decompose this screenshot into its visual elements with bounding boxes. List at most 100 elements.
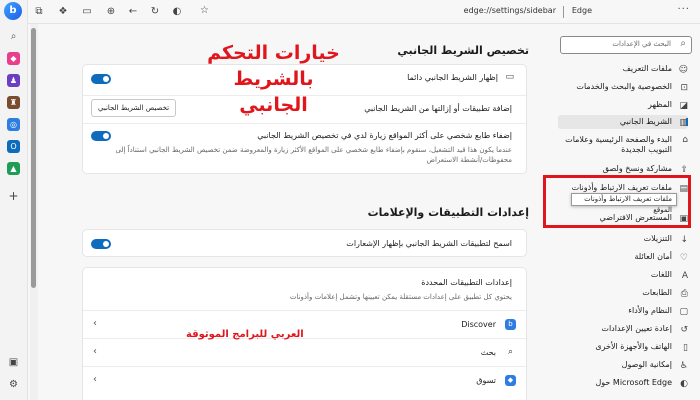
nav-label: أمان العائلة [634,252,672,261]
notifications-toggle[interactable] [91,239,111,249]
overlay-apps-note: العربي للبرامج الموثوقة [186,329,304,340]
printer-icon: ⎙ [680,289,688,299]
tab-icon[interactable]: ▭ [80,5,94,19]
app-label: Discover [461,320,496,329]
workspaces-icon[interactable]: ❖ [56,5,70,19]
collections-icon[interactable]: ⊕ [104,5,118,19]
chevron-left-icon: ‹ [93,318,97,329]
home-icon: ⌂ [682,135,688,145]
family-icon: ♡ [679,253,688,263]
more-menu-icon[interactable]: ··· [677,4,690,15]
personalize-label: إضفاء طابع شخصي على أكثر المواقع زيارة ل… [257,131,512,140]
address-url: edge://settings/sidebar [463,6,556,15]
search-icon[interactable]: ⌕ [7,30,20,43]
discover-icon: b [505,319,516,330]
back-icon[interactable]: ← [126,5,140,19]
nav-item-languages[interactable]: اللغات A [558,268,688,282]
add-remove-label: إضافة تطبيقات أو إزالتها من الشريط الجان… [364,104,512,113]
specific-apps-title: إعدادات التطبيقات المحددة [421,278,512,287]
chevron-left-icon: ‹ [93,346,97,357]
address-edge-label: Edge [571,6,592,15]
download-icon: ↓ [680,235,688,245]
always-show-toggle[interactable] [91,74,111,84]
overlay-title-line1: خيارات التحكم [207,42,340,64]
nav-label: الطابعات [642,288,672,297]
specific-apps-card: إعدادات التطبيقات المحددة يحتوي كل تطبيق… [82,267,528,400]
nav-item-accessibility[interactable]: إمكانية الوصول ♿ [558,358,688,372]
nav-item-appearance[interactable]: المظهر ◪ [558,98,688,112]
accessibility-icon: ♿ [679,361,688,371]
nav-label: الهاتف والأجهزة الأخرى [595,342,672,351]
personalize-description: عندما يكون هذا قيد التشغيل، سنقوم بإضفاء… [115,146,513,164]
sidebar-settings-icon[interactable]: ⚙ [7,378,20,391]
add-app-icon[interactable]: + [7,190,20,203]
nav-label: الشريط الجانبي [619,117,672,126]
favorite-star-icon[interactable]: ☆ [200,5,209,16]
lock-icon: ⊡ [680,83,688,93]
phone-icon: ▯ [683,343,688,353]
divider [83,366,528,367]
nav-item-privacy[interactable]: الخصوصية والبحث والخدمات ⊡ [558,80,688,94]
reset-icon: ↺ [680,325,688,335]
nav-label: النظام والأداء [628,306,672,315]
nav-label: حول Microsoft Edge [595,378,672,387]
edge-tab-icon[interactable]: ◐ [170,5,184,19]
edge-sidebar: b ⌕ ◆ ♟ ♜ ◎ O ▲ + ▣ ⚙ [0,0,28,400]
always-show-label: إظهار الشريط الجانبي دائما [407,73,498,82]
address-separator [563,6,564,18]
nav-label: ملفات التعريف [622,64,672,73]
divider [83,310,528,311]
nav-item-downloads[interactable]: التنزيلات ↓ [558,232,688,246]
games-icon[interactable]: ♟ [7,74,20,87]
nav-item-start-home[interactable]: البدء والصفحة الرئيسية وعلامات التبويب ا… [558,134,688,156]
nav-item-profiles[interactable]: ملفات التعريف ☺ [558,62,688,76]
nav-label: الخصوصية والبحث والخدمات [576,82,672,91]
overlay-title-line2: بالشريط الجانبي [233,68,314,116]
content-scrollbar[interactable] [30,24,38,400]
app-label: بحث [480,348,496,357]
nav-item-printers[interactable]: الطابعات ⎙ [558,286,688,300]
nav-item-sidebar[interactable]: الشريط الجانبي ▥ [558,115,688,129]
nav-item-phone[interactable]: الهاتف والأجهزة الأخرى ▯ [558,340,688,354]
drop-icon[interactable]: ▲ [7,162,20,175]
nav-label: التنزيلات [643,234,672,243]
section-title-apps: إعدادات التطبيقات والإعلامات [367,206,529,219]
sidebar-icon: ▥ [679,118,688,128]
nav-item-family[interactable]: أمان العائلة ♡ [558,250,688,264]
nav-item-share[interactable]: مشاركة ونسخ ولصق ⇪ [558,162,688,176]
outlook-icon[interactable]: O [7,140,20,153]
notifications-label: اسمح لتطبيقات الشريط الجانبي بإظهار الإش… [346,239,512,248]
nav-item-about[interactable]: حول Microsoft Edge ◐ [558,376,688,390]
person-icon: ☺ [678,65,688,75]
scroll-thumb[interactable] [31,28,36,288]
nav-item-system[interactable]: النظام والأداء ▢ [558,304,688,318]
appearance-icon: ◪ [679,101,688,111]
nav-label: إمكانية الوصول [621,360,672,369]
notifications-card: اسمح لتطبيقات الشريط الجانبي بإظهار الإش… [82,229,527,257]
copilot-icon[interactable]: b [4,2,22,20]
search-placeholder: البحث في الإعدادات [612,40,671,48]
tab-actions-icon[interactable]: ⧉ [32,5,46,19]
nav-item-reset[interactable]: إعادة تعيين الإعدادات ↺ [558,322,688,336]
divider [83,338,528,339]
overlay-title: خيارات التحكم بالشريط الجانبي [206,40,341,118]
highlight-box [543,175,691,228]
shopping-icon: ◆ [505,375,516,386]
search-app-icon: ⌕ [507,347,514,357]
office-icon[interactable]: ◎ [7,118,20,131]
nav-label: إعادة تعيين الإعدادات [601,324,672,333]
personalize-toggle[interactable] [91,131,111,141]
refresh-icon[interactable]: ↻ [148,5,162,19]
address-bar[interactable]: ☆ edge://settings/sidebar Edge [192,3,612,21]
nav-label: مشاركة ونسخ ولصق [602,164,672,173]
chevron-left-icon: ‹ [93,374,97,385]
app-label: تسوق [476,376,496,385]
tools-icon[interactable]: ♜ [7,96,20,109]
divider [83,123,528,124]
nav-label: البدء والصفحة الرئيسية وعلامات التبويب ا… [565,135,672,154]
settings-search-input[interactable]: البحث في الإعدادات ⌕ [560,36,692,54]
customize-sidebar-button[interactable]: تخصيص الشريط الجانبي [91,99,177,117]
shopping-icon[interactable]: ◆ [7,52,20,65]
sidebar-layout-icon[interactable]: ▣ [7,356,20,369]
nav-label: المظهر [648,100,672,109]
